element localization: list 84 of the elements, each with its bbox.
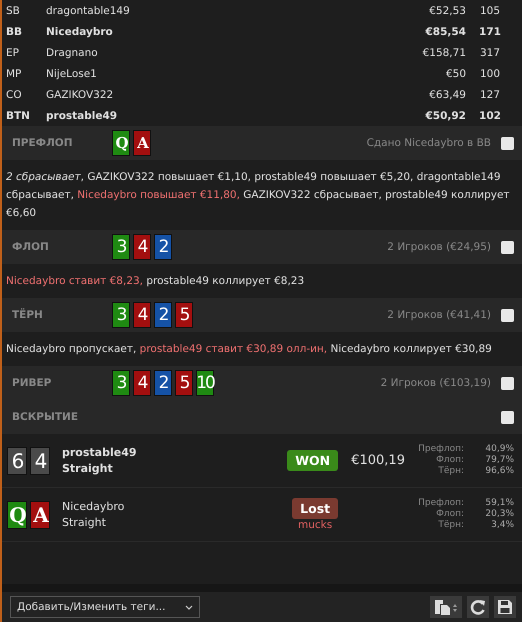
player-position: SB	[6, 4, 21, 16]
player-position: EP	[6, 46, 20, 58]
street-info: Сдано Nicedaybro в BB	[366, 137, 492, 149]
player-big-blinds: 105	[478, 4, 502, 16]
checkbox[interactable]	[501, 308, 514, 322]
showdown-title: ВСКРЫТИЕ	[12, 411, 79, 423]
playing-card: 4	[133, 234, 151, 260]
checkbox[interactable]	[501, 136, 514, 150]
playing-card: 10	[196, 370, 214, 396]
player-name: prostable49	[62, 444, 138, 460]
playing-card: A	[30, 500, 50, 528]
player-name: GAZIKOV322	[46, 88, 114, 100]
refresh-button[interactable]	[467, 596, 489, 618]
result-badge: Lost	[292, 498, 338, 519]
chevron-down-icon	[185, 604, 193, 610]
street-name: ПРЕФЛОП	[12, 137, 74, 149]
player-big-blinds: 127	[478, 88, 502, 100]
player-position: BB	[6, 26, 24, 38]
won-amount: €100,19	[350, 453, 406, 468]
action-text: 2 сбрасывает, GAZIKOV322 повышает €1,10, prostable49 повышает €5,20, dragontable149 сбрасывает, Nicedaybro повышает €11,80, GAZIKOV322 сбрасывает, prostable49 коллирует €6,60	[6, 170, 511, 221]
player-position: CO	[6, 88, 23, 100]
checkbox[interactable]	[501, 376, 514, 390]
save-button[interactable]	[494, 596, 516, 618]
playing-card: 3	[112, 302, 130, 328]
equity-label: Префлоп:	[418, 498, 464, 509]
player-position: MP	[6, 68, 22, 80]
player-big-blinds: 102	[478, 110, 502, 122]
street-info: 2 Игроков (€41,41)	[386, 309, 492, 321]
player-name: prostable49	[46, 110, 118, 122]
playing-card: 3	[112, 234, 130, 260]
hand-rank: Straight	[62, 460, 114, 476]
equity-label: Тёрн:	[437, 520, 464, 531]
equity-value: 20,3%	[484, 509, 514, 520]
playing-card: 3	[112, 370, 130, 396]
equity-label: Префлоп:	[418, 444, 464, 455]
player-stack: €52,53	[428, 4, 466, 16]
street-name: РИВЕР	[12, 377, 52, 389]
player-position: BTN	[6, 110, 31, 122]
player-big-blinds: 100	[478, 68, 502, 80]
playing-card: Q	[7, 500, 27, 528]
player-stack: €158,71	[422, 46, 466, 58]
copy-button[interactable]	[430, 596, 462, 618]
playing-card: 6	[7, 446, 27, 474]
tags-dropdown[interactable]: Добавить/Изменить теги...	[10, 596, 200, 618]
playing-card: Q	[112, 130, 130, 156]
equity-label: Тёрн:	[437, 466, 464, 477]
player-name: dragontable149	[46, 4, 131, 16]
player-big-blinds: 317	[478, 46, 502, 58]
player-name: NijeLose1	[46, 68, 98, 80]
equity-value: 59,1%	[484, 498, 514, 509]
checkbox[interactable]	[501, 410, 514, 424]
equity-label: Флоп:	[435, 455, 464, 466]
playing-card: 4	[133, 302, 151, 328]
playing-card: 2	[154, 370, 172, 396]
playing-card: 4	[30, 446, 50, 474]
player-name: Nicedaybro	[62, 498, 126, 514]
player-name: Nicedaybro	[46, 26, 114, 38]
hand-rank: Straight	[62, 514, 107, 530]
playing-card: 2	[154, 234, 172, 260]
playing-card: 2	[154, 302, 172, 328]
action-text: Nicedaybro пропускает, prostable49 ставит €30,89 олл-ин, Nicedaybro коллирует €30,89	[6, 342, 493, 357]
result-badge: WON	[287, 450, 338, 471]
equity-value: 79,7%	[484, 455, 514, 466]
player-stack: €50,92	[424, 110, 466, 122]
equity-label: Флоп:	[435, 509, 464, 520]
player-stack: €50	[444, 68, 466, 80]
playing-card: 4	[133, 370, 151, 396]
equity-value: 40,9%	[484, 444, 514, 455]
player-stack: €63,49	[428, 88, 466, 100]
action-text: Nicedaybro ставит €8,23, prostable49 коллирует €8,23	[6, 274, 306, 289]
playing-card: 5	[175, 302, 193, 328]
player-big-blinds: 171	[478, 26, 502, 38]
street-info: 2 Игроков (€103,19)	[380, 377, 492, 389]
equity-value: 96,6%	[484, 466, 514, 477]
player-stack: €85,54	[424, 26, 466, 38]
playing-card: 5	[175, 370, 193, 396]
street-info: 2 Игроков (€24,95)	[386, 241, 492, 253]
street-name: ФЛОП	[12, 241, 50, 253]
checkbox[interactable]	[501, 240, 514, 254]
player-name: Dragnano	[46, 46, 99, 58]
result-note: mucks	[298, 519, 332, 531]
equity-value: 3,4%	[490, 520, 514, 531]
street-name: ТЁРН	[12, 309, 44, 321]
playing-card: A	[133, 130, 151, 156]
